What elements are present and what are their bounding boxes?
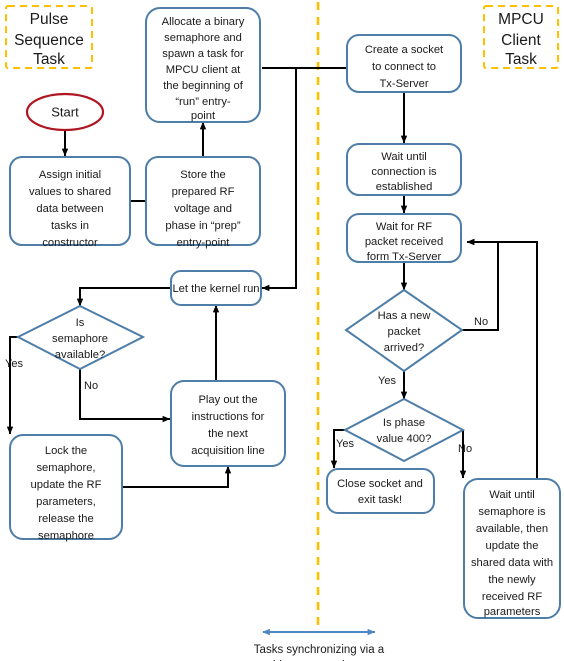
- lane-label-line: MPCU: [498, 11, 544, 28]
- node-text-line: to connect to: [372, 61, 436, 73]
- lane-label-line: Sequence: [14, 32, 84, 49]
- node-text-line: spawn a task for: [162, 48, 244, 60]
- node-text-line: semaphore: [52, 333, 108, 345]
- node-text-line: Is phase: [383, 417, 425, 429]
- node-lock-semaphore-update-rf[interactable]: Lock the semaphore, update the RF parame…: [9, 434, 123, 542]
- node-text-line: prepared RF: [172, 186, 235, 198]
- node-text-line: “run” entry-: [175, 96, 231, 108]
- node-text-line: Play out the: [198, 394, 257, 406]
- node-text-line: connection is: [371, 166, 437, 178]
- connector-allocate-to-let-kernel-run: [261, 68, 297, 292]
- node-text-line: available, then: [476, 523, 548, 535]
- connector-wait-semaphore-loopback: [466, 238, 538, 478]
- node-text-line: Assign initial: [39, 169, 101, 181]
- node-text-line: Is: [76, 317, 85, 329]
- node-assign-initial-values[interactable]: Assign initial values to shared data bet…: [9, 156, 131, 249]
- node-text-line: Lock the: [45, 445, 87, 457]
- node-text-line: Create a socket: [365, 44, 444, 56]
- node-text-line: parameters: [484, 606, 541, 618]
- node-text-line: value 400?: [377, 433, 432, 445]
- node-text-line: tasks in: [51, 220, 89, 232]
- lane-label-line: Client: [501, 32, 541, 49]
- node-play-out-instructions[interactable]: Play out the instructions for the next a…: [170, 380, 286, 467]
- node-text-line: Has a new: [378, 310, 432, 322]
- node-has-new-packet-arrived[interactable]: Has a new packet arrived?: [344, 288, 464, 373]
- node-text-line: entry-point: [177, 237, 231, 249]
- node-create-socket[interactable]: Create a socket to connect to Tx-Server: [346, 34, 462, 93]
- node-text-line: semaphore: [38, 530, 94, 542]
- node-text-line: voltage and: [174, 203, 232, 215]
- node-text-line: constructor: [42, 237, 98, 249]
- node-text-line: form Tx-Server: [367, 251, 442, 263]
- node-start-label: Start: [51, 104, 79, 119]
- node-start[interactable]: Start: [25, 92, 105, 132]
- node-text-line: update the RF: [31, 479, 102, 491]
- node-text-line: Tx-Server: [379, 78, 428, 90]
- node-wait-for-rf-packet[interactable]: Wait for RF packet received form Tx-Serv…: [346, 213, 462, 263]
- node-text-line: instructions for: [192, 411, 265, 423]
- node-let-the-kernel-run[interactable]: Let the kernel run: [170, 270, 262, 306]
- lane-label-line: Task: [505, 51, 537, 68]
- connector-lock-to-play-out: [122, 465, 232, 488]
- node-text-line: phase in “prep”: [165, 220, 241, 232]
- node-wait-until-connection[interactable]: Wait until connection is established: [346, 143, 462, 196]
- node-text-line: release the: [38, 513, 93, 525]
- node-text-line: update the: [486, 540, 539, 552]
- branch-label-phase-yes: Yes: [336, 438, 354, 450]
- node-text-line: MPCU client at: [166, 64, 241, 76]
- node-text-line: packet received: [365, 236, 443, 248]
- node-is-phase-value-400[interactable]: Is phase value 400?: [342, 397, 466, 463]
- node-text-line: Store the: [180, 169, 225, 181]
- node-text-line: data between: [36, 203, 103, 215]
- node-text-line: the newly: [488, 574, 536, 586]
- lane-label-line: Task: [33, 51, 65, 68]
- connector-semaphore-no-to-play-out: [79, 369, 171, 423]
- node-text-line: point: [191, 110, 216, 122]
- node-text-line: received RF: [482, 591, 542, 603]
- branch-label-semaphore-yes: Yes: [5, 358, 23, 370]
- node-allocate-binary-semaphore[interactable]: Allocate a binary semaphore and spawn a …: [145, 7, 261, 123]
- node-text-line: semaphore and: [164, 32, 242, 44]
- node-text-line: the next: [208, 428, 249, 440]
- sync-caption-line: Tasks synchronizing via a: [254, 644, 385, 656]
- branch-label-packet-yes: Yes: [378, 375, 396, 387]
- node-text-line: Wait for RF: [376, 221, 432, 233]
- node-text-line: Wait until: [489, 489, 535, 501]
- node-text-line: acquisition line: [191, 445, 264, 457]
- node-text-line: values to shared: [29, 186, 111, 198]
- node-text-line: packet: [388, 326, 422, 338]
- node-store-prepared-rf[interactable]: Store the prepared RF voltage and phase …: [145, 156, 261, 249]
- branch-label-semaphore-no: No: [84, 380, 98, 392]
- branch-label-packet-no: No: [474, 316, 488, 328]
- node-text-line: Allocate a binary: [162, 16, 245, 28]
- node-text-line: shared data with: [471, 557, 553, 569]
- lane-label-line: Pulse: [30, 11, 69, 28]
- lane-label-pulse-sequence-task: Pulse Sequence Task: [5, 5, 93, 69]
- node-is-semaphore-available[interactable]: Is semaphore available?: [15, 304, 146, 371]
- node-text-line: available?: [55, 349, 105, 361]
- node-text-line: semaphore,: [36, 462, 95, 474]
- node-text-line: parameters,: [36, 496, 96, 508]
- node-text-line: Close socket and: [337, 478, 423, 490]
- node-text-line: arrived?: [384, 342, 424, 354]
- node-wait-semaphore-update-shared-data[interactable]: Wait until semaphore is available, then …: [463, 478, 561, 619]
- node-close-socket-exit-task[interactable]: Close socket and exit task!: [326, 468, 435, 514]
- flowchart-canvas: Pulse Sequence Task MPCU Client Task Yes…: [5, 2, 561, 661]
- node-text-line: semaphore is: [478, 506, 546, 518]
- node-text-line: Let the kernel run: [172, 283, 259, 295]
- lane-label-mpcu-client-task: MPCU Client Task: [483, 5, 559, 69]
- sync-annotation: Tasks synchronizing via a binary semapho…: [254, 628, 385, 661]
- node-text-line: exit task!: [358, 494, 402, 506]
- branch-label-phase-no: No: [458, 443, 472, 455]
- node-text-line: the beginning of: [163, 80, 244, 92]
- connector-kernel-to-semaphore-decision: [76, 287, 170, 307]
- connector-semaphore-yes-to-lock: [6, 336, 18, 435]
- node-text-line: Wait until: [381, 151, 427, 163]
- node-text-line: established: [376, 181, 433, 193]
